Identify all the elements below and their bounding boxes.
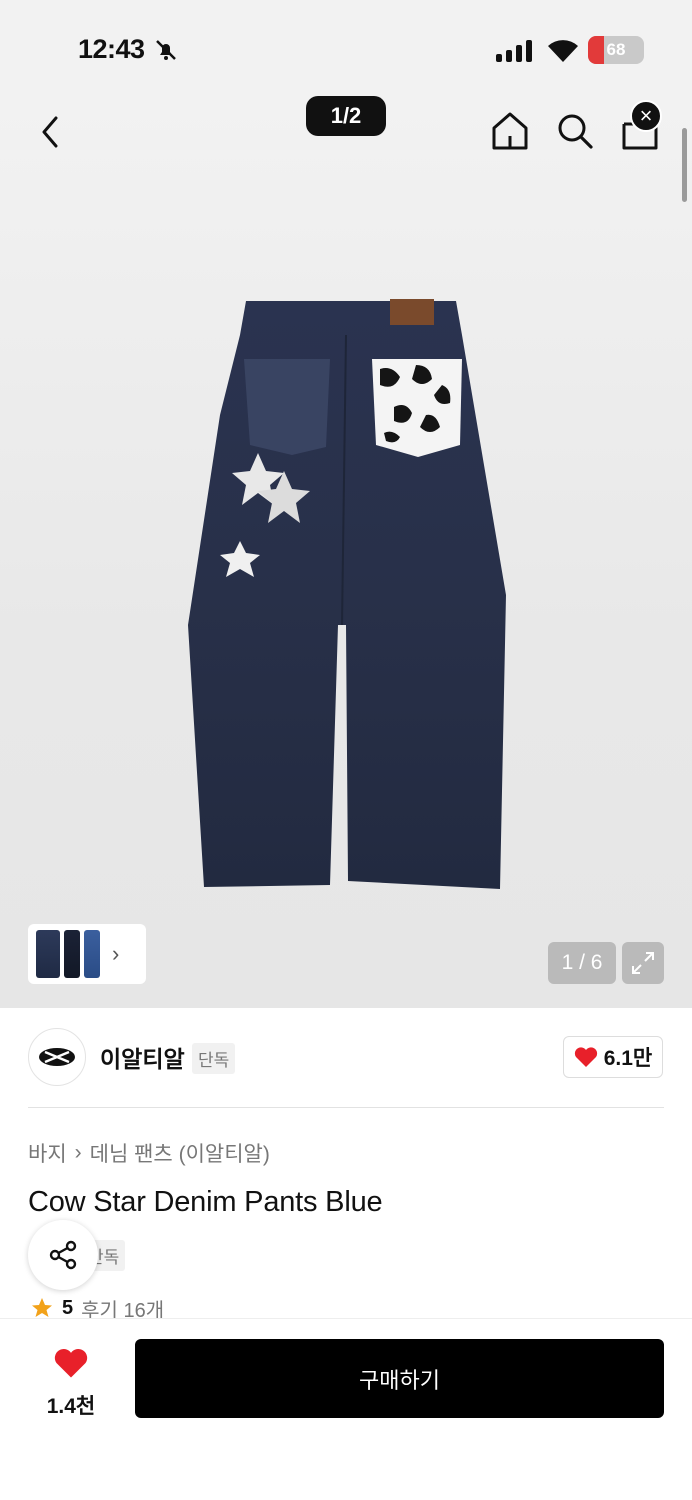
battery-indicator: 68 — [588, 36, 644, 64]
close-icon[interactable]: × — [630, 100, 662, 132]
review-count[interactable]: 후기 16개 — [81, 1296, 164, 1321]
back-icon[interactable] — [36, 112, 66, 152]
buy-button[interactable]: 구매하기 — [135, 1339, 664, 1418]
thumbnail-strip[interactable]: › — [28, 924, 146, 984]
rating-row[interactable]: 5 후기 16개 — [30, 1296, 164, 1320]
thumbnail[interactable] — [84, 930, 100, 978]
cellular-signal-icon — [496, 38, 532, 62]
thumbnail[interactable] — [64, 930, 80, 978]
brand-like-count: 6.1만 — [603, 1047, 653, 1070]
breadcrumb-subcategory[interactable]: 데님 팬츠 (이알티알) — [90, 1138, 270, 1168]
wifi-icon — [548, 40, 578, 62]
breadcrumb: 바지 › 데님 팬츠 (이알티알) — [28, 1138, 270, 1168]
wishlist-button[interactable]: 1.4천 — [36, 1347, 106, 1420]
rating-score: 5 — [62, 1296, 74, 1319]
share-button[interactable] — [28, 1220, 98, 1290]
product-title: Cow Star Denim Pants Blue — [28, 1186, 383, 1218]
status-bar: 12:43 68 — [0, 0, 692, 90]
expand-icon — [632, 952, 654, 974]
expand-button[interactable] — [622, 942, 664, 984]
thumbnail[interactable] — [36, 930, 60, 978]
heart-icon — [574, 1047, 597, 1067]
share-nodes-icon — [49, 1240, 77, 1270]
wishlist-count: 1.4천 — [46, 1395, 96, 1418]
star-icon — [32, 1298, 52, 1317]
chevron-right-icon: › — [74, 1141, 82, 1164]
search-icon[interactable] — [556, 112, 594, 150]
exclusive-badge: 단독 — [192, 1043, 236, 1074]
image-counter: 1 / 6 — [548, 942, 616, 984]
brand-logo-icon — [39, 1048, 75, 1066]
scrollbar[interactable] — [682, 128, 687, 202]
battery-level: 68 — [606, 40, 626, 59]
brand-like-button[interactable]: 6.1만 — [563, 1036, 663, 1078]
status-time: 12:43 — [78, 34, 145, 64]
home-icon[interactable] — [490, 110, 530, 152]
product-image[interactable] — [180, 295, 510, 895]
bottom-action-bar: 1.4천 구매하기 — [0, 1318, 692, 1500]
page-indicator: 1/2 — [306, 96, 386, 136]
chevron-right-icon[interactable]: › — [112, 941, 119, 967]
brand-logo[interactable] — [28, 1028, 86, 1086]
bell-off-icon — [156, 40, 176, 60]
brand-name[interactable]: 이알티알 — [100, 1040, 185, 1074]
heart-icon — [54, 1349, 88, 1378]
divider — [28, 1107, 664, 1108]
breadcrumb-category[interactable]: 바지 — [28, 1138, 67, 1168]
